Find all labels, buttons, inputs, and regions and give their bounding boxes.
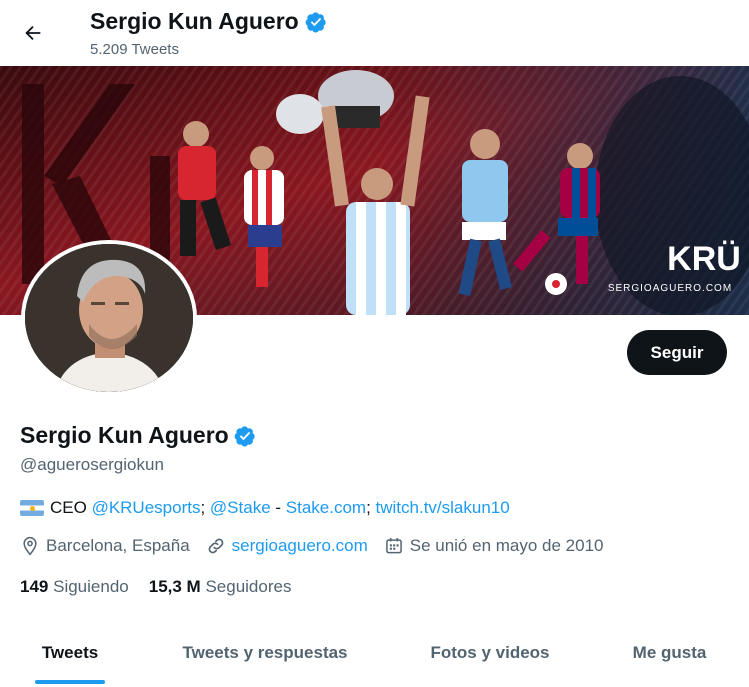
argentina-flag-icon <box>20 500 44 516</box>
banner-site-text: SERGIOAGUERO.COM <box>608 283 732 294</box>
verified-badge-icon <box>234 425 255 447</box>
tab-tweets[interactable]: Tweets <box>0 622 140 684</box>
tab-label: Tweets <box>41 643 99 662</box>
bio-mention-kruesports[interactable]: @KRUesports <box>92 498 201 518</box>
following-count: 149 <box>20 577 49 596</box>
top-bar: Sergio Kun Aguero 5.209 Tweets <box>0 0 749 66</box>
bio-link-twitch[interactable]: twitch.tv/slakun10 <box>376 498 510 518</box>
joined-item: Se unió en mayo de 2010 <box>384 536 604 556</box>
following-stat[interactable]: 149 Siguiendo <box>20 577 129 597</box>
link-icon <box>208 538 224 554</box>
bio-separator: - <box>270 498 286 517</box>
profile-bio: CEO @KRUesports ; @Stake - Stake.com ; t… <box>20 498 510 518</box>
header-name-text: Sergio Kun Aguero <box>90 8 299 34</box>
back-button[interactable] <box>14 14 52 52</box>
joined-text: Se unió en mayo de 2010 <box>409 536 604 555</box>
location-pin-icon <box>23 536 37 556</box>
location-item: Barcelona, España <box>20 536 190 556</box>
back-arrow-icon <box>25 25 41 41</box>
followers-label: Seguidores <box>205 577 292 596</box>
tab-label: Fotos y videos <box>430 643 550 662</box>
profile-avatar[interactable] <box>21 240 197 396</box>
banner-brand-mark: KRÜ <box>667 240 741 278</box>
location-text: Barcelona, España <box>46 536 190 555</box>
followers-stat[interactable]: 15,3 M Seguidores <box>149 577 292 597</box>
profile-handle: @aguerosergiokun <box>20 455 164 474</box>
tab-media[interactable]: Fotos y videos <box>390 622 590 684</box>
bio-mention-stake[interactable]: @Stake <box>210 498 271 518</box>
tab-likes[interactable]: Me gusta <box>590 622 749 684</box>
tab-label: Me gusta <box>632 643 707 662</box>
followers-count: 15,3 M <box>148 577 201 596</box>
header-title: Sergio Kun Aguero <box>90 8 327 35</box>
follow-button[interactable]: Seguir <box>627 330 727 375</box>
header-tweet-count: 5.209 Tweets <box>90 41 179 58</box>
bio-separator: ; <box>366 498 376 517</box>
active-tab-indicator <box>35 680 105 684</box>
bio-separator: ; <box>200 498 210 517</box>
tab-label: Tweets y respuestas <box>182 643 348 662</box>
bio-link-stake[interactable]: Stake.com <box>286 498 366 518</box>
profile-meta: Barcelona, España sergioaguero.com Se un… <box>20 536 620 556</box>
calendar-icon <box>385 538 402 554</box>
website-item[interactable]: sergioaguero.com <box>206 536 368 556</box>
verified-badge-icon <box>305 11 326 33</box>
profile-tabs: Tweets Tweets y respuestas Fotos y video… <box>0 622 749 687</box>
website-link[interactable]: sergioaguero.com <box>232 536 368 556</box>
profile-name-text: Sergio Kun Aguero <box>20 422 229 448</box>
following-label: Siguiendo <box>53 577 129 596</box>
profile-name: Sergio Kun Aguero <box>20 422 256 449</box>
tab-tweets-and-replies[interactable]: Tweets y respuestas <box>140 622 390 684</box>
profile-stats: 149 Siguiendo 15,3 M Seguidores <box>20 577 311 597</box>
bio-prefix: CEO <box>50 498 92 517</box>
